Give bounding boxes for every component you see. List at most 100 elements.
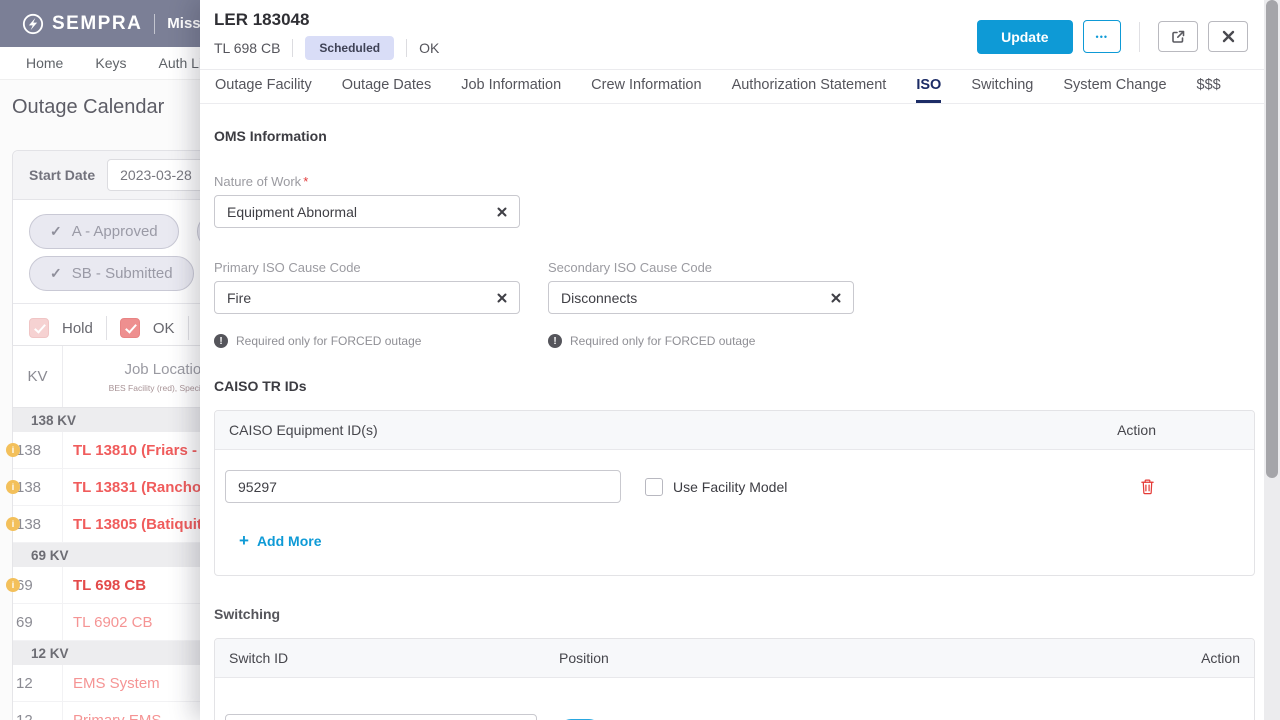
facility-name: TL 698 CB [214, 40, 280, 56]
info-icon: i [6, 480, 20, 494]
pill-submitted[interactable]: ✓ SB - Submitted [29, 256, 194, 291]
clear-icon[interactable] [497, 207, 507, 217]
sempra-logo-icon [22, 13, 44, 35]
hold-checkbox[interactable] [29, 318, 49, 338]
tab-iso[interactable]: ISO [916, 70, 941, 103]
required-asterisk: * [303, 174, 308, 189]
divider [292, 39, 293, 57]
add-more-link[interactable]: + Add More [239, 531, 322, 551]
kv-column-header: KV [13, 346, 63, 407]
facility-link[interactable]: TL 13810 (Friars - P [73, 442, 211, 459]
modal-title-block: LER 183048 TL 698 CB Scheduled OK [214, 10, 439, 60]
caiso-tr-ids-heading: CAISO TR IDs [214, 378, 1255, 394]
switching-card: Switch ID Position Action Open [214, 638, 1255, 720]
state-text: OK [419, 40, 439, 56]
tab-outage-facility[interactable]: Outage Facility [215, 70, 312, 103]
tab-system-change[interactable]: System Change [1063, 70, 1166, 103]
divider [1139, 22, 1140, 52]
primary-cause-note: ! Required only for FORCED outage [214, 334, 520, 348]
ok-label: OK [153, 320, 175, 337]
caiso-id-column-header: CAISO Equipment ID(s) [229, 422, 378, 438]
action-column-header: Action [1117, 422, 1240, 438]
check-icon: ✓ [50, 223, 62, 240]
hold-label: Hold [62, 320, 93, 337]
pill-label: SB - Submitted [72, 265, 173, 282]
switching-heading: Switching [214, 606, 1255, 622]
iso-tab-content: OMS Information Nature of Work* Equipmen… [200, 104, 1264, 720]
primary-cause-field: Primary ISO Cause Code Fire ! Required o… [214, 260, 520, 348]
tab-job-information[interactable]: Job Information [461, 70, 561, 103]
equipment-id-input[interactable] [225, 470, 621, 503]
ler-title: LER 183048 [214, 10, 439, 30]
modal-actions: Update ••• [977, 10, 1248, 60]
use-facility-model-label: Use Facility Model [673, 479, 787, 495]
secondary-cause-field: Secondary ISO Cause Code Disconnects ! R… [548, 260, 854, 348]
divider [406, 39, 407, 57]
close-icon [1222, 30, 1235, 43]
secondary-cause-label: Secondary ISO Cause Code [548, 260, 854, 275]
secondary-cause-note: ! Required only for FORCED outage [548, 334, 854, 348]
switching-row: Open [215, 678, 1254, 720]
caiso-equipment-card: CAISO Equipment ID(s) Action Use Facilit… [214, 410, 1255, 576]
brand-name: SEMPRA [52, 13, 142, 35]
tab-crew-information[interactable]: Crew Information [591, 70, 701, 103]
plus-icon: + [239, 531, 249, 551]
ler-subtitle: TL 698 CB Scheduled OK [214, 36, 439, 60]
trash-icon [1140, 478, 1155, 495]
clear-icon[interactable] [497, 293, 507, 303]
tab-switching[interactable]: Switching [971, 70, 1033, 103]
nav-item-home[interactable]: Home [26, 55, 63, 71]
switching-card-header: Switch ID Position Action [215, 639, 1254, 678]
scrollbar-thumb[interactable] [1266, 0, 1278, 478]
window-scrollbar[interactable] [1264, 0, 1280, 720]
pill-approved[interactable]: ✓ A - Approved [29, 214, 179, 249]
info-alert-icon: ! [214, 334, 228, 348]
check-icon: ✓ [50, 265, 62, 282]
nature-of-work-label: Nature of Work* [214, 174, 1255, 189]
status-badge: Scheduled [305, 36, 394, 60]
use-facility-model-checkbox[interactable] [645, 478, 663, 496]
info-alert-icon: ! [548, 334, 562, 348]
nav-item-keys[interactable]: Keys [95, 55, 126, 71]
switch-id-input[interactable] [225, 714, 537, 720]
info-icon: i [6, 517, 20, 531]
nature-of-work-field: Nature of Work* Equipment Abnormal [214, 174, 1255, 228]
caiso-card-header: CAISO Equipment ID(s) Action [215, 411, 1254, 450]
facility-link[interactable]: TL 698 CB [73, 577, 146, 594]
modal-tabs: Outage Facility Outage Dates Job Informa… [200, 70, 1264, 104]
nature-of-work-select[interactable]: Equipment Abnormal [214, 195, 520, 228]
info-icon: i [6, 578, 20, 592]
tab-dollars[interactable]: $$$ [1197, 70, 1221, 103]
oms-information-heading: OMS Information [214, 128, 1255, 144]
pill-label: A - Approved [72, 223, 158, 240]
primary-cause-select[interactable]: Fire [214, 281, 520, 314]
close-button[interactable] [1208, 21, 1248, 52]
update-button[interactable]: Update [977, 20, 1072, 54]
ok-checkbox[interactable] [120, 318, 140, 338]
facility-link[interactable]: TL 6902 CB [73, 614, 153, 631]
caiso-equipment-row: Use Facility Model [215, 450, 1254, 503]
brand-divider [154, 14, 155, 34]
tab-authorization-statement[interactable]: Authorization Statement [732, 70, 887, 103]
modal-header: LER 183048 TL 698 CB Scheduled OK Update… [200, 0, 1264, 70]
open-in-new-window-button[interactable] [1158, 21, 1198, 52]
start-date-label: Start Date [29, 167, 95, 183]
facility-link[interactable]: TL 13805 (Batiquito [73, 516, 211, 533]
action-column-header: Action [1201, 650, 1240, 666]
facility-link[interactable]: TL 13831 (Rancho M [73, 479, 218, 496]
external-link-icon [1170, 29, 1186, 45]
ler-detail-modal: LER 183048 TL 698 CB Scheduled OK Update… [200, 0, 1264, 720]
clear-icon[interactable] [831, 293, 841, 303]
info-icon: i [6, 443, 20, 457]
position-column-header: Position [559, 650, 1201, 666]
tab-outage-dates[interactable]: Outage Dates [342, 70, 431, 103]
primary-cause-label: Primary ISO Cause Code [214, 260, 520, 275]
switch-id-column-header: Switch ID [229, 650, 559, 666]
secondary-cause-select[interactable]: Disconnects [548, 281, 854, 314]
facility-link[interactable]: EMS System [73, 675, 160, 692]
divider [106, 316, 107, 340]
cause-code-row: Primary ISO Cause Code Fire ! Required o… [214, 260, 1255, 348]
more-options-button[interactable]: ••• [1083, 20, 1121, 53]
delete-equipment-button[interactable] [1140, 478, 1155, 498]
facility-link[interactable]: Primary EMS [73, 712, 161, 720]
